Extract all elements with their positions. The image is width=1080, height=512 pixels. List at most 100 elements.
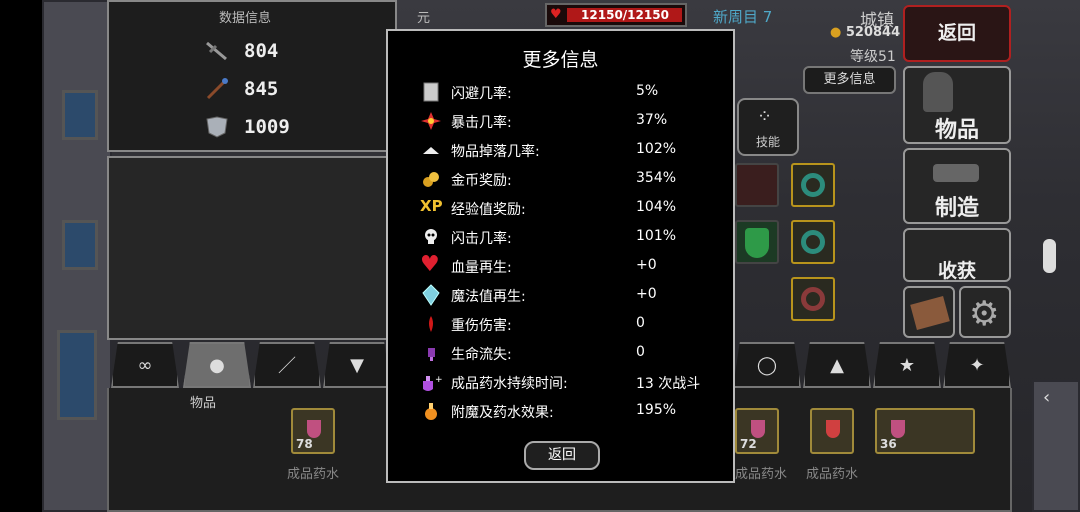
equip-slot-ring-1[interactable] <box>791 163 835 207</box>
stat-row: 魔法值再生: +0 <box>418 282 718 308</box>
hp-bar: ♥ 12150/12150 <box>545 3 687 27</box>
equip-slot-gloves[interactable] <box>735 163 779 207</box>
active-tab-label: 物品 <box>190 396 217 411</box>
defense-stat: 1009 <box>204 116 290 138</box>
item-label: 成品药水 <box>735 467 788 482</box>
craft-button[interactable]: 制造 <box>903 148 1011 224</box>
mana-crystal-icon <box>420 284 444 306</box>
scroll-handle[interactable] <box>1043 239 1056 273</box>
tab-favorites[interactable]: ★ <box>873 342 941 388</box>
back-button[interactable]: 返回 <box>903 5 1011 62</box>
character-panel <box>107 156 397 340</box>
xp-icon: XP <box>420 197 443 215</box>
item-drop-icon <box>420 139 444 161</box>
gold-coin-icon: ● <box>830 25 842 40</box>
infinity-icon: ∞ <box>137 354 153 376</box>
item-label: 成品药水 <box>287 467 340 482</box>
heart-plus-icon: ♥ <box>420 252 440 277</box>
tab-items[interactable]: ● <box>183 342 251 388</box>
equip-slot-shield[interactable] <box>735 220 779 264</box>
inventory-item-potion[interactable]: 78 <box>291 408 335 454</box>
chevron-left-icon[interactable]: ‹ <box>1043 387 1050 408</box>
stat-row: XP 经验值奖励: 104% <box>420 197 677 218</box>
armor-icon <box>204 116 230 138</box>
stat-row: 物品掉落几率: 102% <box>418 137 718 163</box>
stats-header: 数据信息 <box>219 11 272 26</box>
tab-weapons[interactable]: ／ <box>253 342 321 388</box>
heart-icon: ♥ <box>550 7 562 22</box>
equip-slot-ring-2[interactable] <box>791 220 835 264</box>
stats-panel: 数据信息 元素 804 845 1009 <box>107 0 430 152</box>
inventory-item-potion-stack[interactable]: 36 <box>875 408 975 454</box>
left-letterbox <box>0 0 42 512</box>
star-icon: ★ <box>898 354 916 376</box>
book-icon <box>910 296 950 330</box>
shield-green-icon <box>745 228 769 258</box>
sword-icon <box>204 40 230 62</box>
magic-stat: 845 <box>204 78 278 100</box>
tab-materials[interactable]: ▲ <box>803 342 871 388</box>
gold-coin-icon <box>420 168 444 190</box>
helmet-icon <box>923 72 953 112</box>
wand-icon: ✦ <box>969 354 985 376</box>
shield-icon: ▼ <box>350 354 364 376</box>
inventory-item-potion[interactable] <box>810 408 854 454</box>
potion-icon <box>751 420 765 438</box>
hp-text: 12150/12150 <box>581 8 669 22</box>
attack-value: 804 <box>244 40 279 62</box>
stat-row: 闪击几率: 101% <box>418 224 718 250</box>
defense-value: 1009 <box>244 116 290 138</box>
skill-tree-icon: ⁘ <box>757 106 773 127</box>
stat-row: 金币奖励: 354% <box>418 166 718 192</box>
skills-button[interactable]: ⁘ 技能 <box>737 98 799 156</box>
stat-row: 附魔及药水效果: 195% <box>418 398 718 424</box>
potion-icon <box>891 420 905 438</box>
anvil-icon <box>933 164 979 182</box>
settings-button[interactable]: ⚙ <box>959 286 1011 338</box>
tab-rings[interactable]: ◯ <box>733 342 801 388</box>
attack-stat: 804 <box>204 40 278 62</box>
potion-icon <box>307 420 321 438</box>
book-button[interactable] <box>903 286 955 338</box>
skull-icon <box>420 226 444 248</box>
stat-row: 生命流失: 0 <box>418 340 718 366</box>
magic-value: 845 <box>244 78 279 100</box>
bag-icon: ● <box>209 354 225 376</box>
pile-icon: ▲ <box>830 354 844 376</box>
inventory-item-potion[interactable]: 72 <box>735 408 779 454</box>
dialog-title: 更多信息 <box>522 49 599 71</box>
stat-row: ♥ 血量再生: +0 <box>420 252 657 277</box>
sword-icon: ／ <box>278 356 296 377</box>
blood-drop-icon <box>420 313 444 335</box>
stat-row: 闪避几率: 5% <box>418 79 718 105</box>
potion-duration-icon: + <box>420 371 444 393</box>
purple-drain-icon <box>420 342 444 364</box>
crit-star-icon <box>420 110 444 132</box>
gear-icon: ⚙ <box>969 294 1000 334</box>
ring-icon <box>801 230 825 254</box>
more-info-dialog: 更多信息 闪避几率: 5% 暴击几率: 37% 物品掉落几率: 102% 金币奖… <box>386 29 735 483</box>
ring-icon: ◯ <box>756 354 778 376</box>
orange-potion-icon <box>420 400 444 422</box>
ring-icon <box>801 173 825 197</box>
shield-icon <box>420 81 444 103</box>
svg-text:+: + <box>435 375 443 385</box>
new-round-label: 新周目 7 <box>713 8 773 26</box>
staff-icon <box>204 78 230 100</box>
gold-amount: ● 520844 <box>830 25 901 40</box>
equip-slot-ring-3[interactable] <box>791 277 835 321</box>
stat-row: 重伤伤害: 0 <box>418 311 718 337</box>
tab-magic[interactable]: ✦ <box>943 342 1011 388</box>
tab-all[interactable]: ∞ <box>111 342 179 388</box>
harvest-button[interactable]: 收获 <box>903 228 1011 282</box>
ring-icon <box>801 287 825 311</box>
dialog-back-button[interactable]: 返回 <box>524 441 600 470</box>
potion-icon <box>826 420 840 438</box>
item-label: 成品药水 <box>806 467 859 482</box>
tab-armor[interactable]: ▼ <box>323 342 391 388</box>
more-info-button[interactable]: 更多信息 <box>803 66 896 94</box>
stat-row: 暴击几率: 37% <box>418 108 718 134</box>
level-label: 等级51 <box>850 49 896 65</box>
stat-row: + 成品药水持续时间: 13 次战斗 <box>418 369 718 395</box>
items-button[interactable]: 物品 <box>903 66 1011 144</box>
